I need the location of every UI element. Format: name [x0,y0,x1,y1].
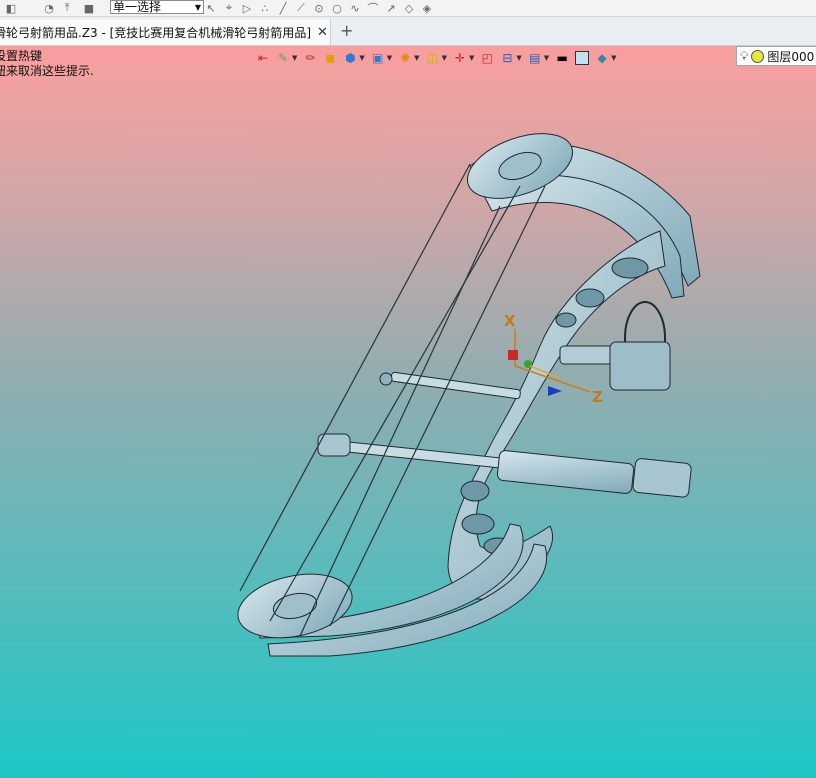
pen-button[interactable]: ✏ [303,49,317,67]
layer-label: 图层000 [767,49,815,64]
chevron-down-icon: ▼ [611,54,617,62]
sight-block [609,341,671,391]
chevron-down-icon: ▼ [468,54,475,62]
history-icon[interactable]: ◔ [42,2,56,15]
hint-line-2: 钮来取消这些提示. [0,64,94,78]
axis-label-x: X [504,312,516,330]
appearance-button[interactable]: ✺ ▼ [398,49,419,67]
riser-cutout-1 [611,257,649,279]
pointer-icon[interactable]: ↖ [204,2,218,15]
close-icon[interactable]: ✕ [317,25,328,40]
fill-color-button[interactable] [575,49,590,67]
stabilizer-damper [632,458,692,498]
layer-selector[interactable]: 💡︎ 图层000 [736,46,816,66]
bow-string [239,163,471,592]
measure-button[interactable]: ⊟ ▼ [500,49,521,67]
riser-cutout-5 [461,513,495,535]
riser-cutout-4 [460,480,490,502]
selection-mode-value: 单一选择 [113,0,162,14]
layer-color-icon [751,49,765,63]
document-tabbar: 滑轮弓射箭用品.Z3 - [竞技比赛用复合机械滑轮弓射箭用品] ✕ + [0,17,816,46]
layers-icon[interactable]: ◈ [420,2,434,15]
spline-icon[interactable]: ∿ [348,2,362,15]
chevron-down-icon: ▼ [516,54,522,62]
chevron-down-icon: ▼ [414,54,420,62]
chevron-down-icon: ▼ [386,54,393,62]
add-tab-icon[interactable]: + [340,21,353,40]
view-cube-button[interactable]: ▣ ▼ [371,49,392,67]
play-icon[interactable]: ▷ [240,2,254,15]
exit-view-button[interactable]: ⇤ [256,49,270,67]
rest-knob [379,372,393,386]
curve-icon[interactable]: ↗ [384,2,398,15]
lightbulb-icon[interactable]: 💡︎ [740,49,748,64]
box-button[interactable]: ◼ [323,49,337,67]
point-icon[interactable]: ∴ [258,2,272,15]
chevron-down-icon: ▼ [441,54,447,62]
compound-bow-model [237,133,701,657]
section-button[interactable]: ◰ [480,49,494,67]
document-tab-title: 滑轮弓射箭用品.Z3 - [竞技比赛用复合机械滑轮弓射箭用品] [0,25,311,40]
orient-button[interactable]: ✛ ▼ [453,49,474,67]
selection-mode-select[interactable]: 单一选择 ▼ [110,0,204,14]
shading-button[interactable]: ⬢ ▼ [343,49,365,67]
display-button[interactable]: ▤ ▼ [528,49,549,67]
render-button[interactable]: ◫ ▼ [426,49,447,67]
chevron-down-icon: ▼ [194,3,201,12]
stop-icon[interactable]: ■ [82,2,96,15]
view-toolbar: ⇤ ✎ ▼ ✏ ◼ ⬢ ▼ ▣ ▼ ✺ ▼ ◫ ▼ ✛ ▼ ◰ ⊟ ▼ ▤ ▼ ▬ ◆ ▼ [256,48,623,68]
chevron-down-icon: ▼ [543,54,550,62]
riser-cutout-2 [575,288,605,308]
surface-icon[interactable]: ◇ [402,2,416,15]
hint-text: 设置热键 钮来取消这些提示. [0,49,94,79]
riser-cutout-3 [555,312,577,328]
stabilizer-body [496,450,635,494]
riser [447,230,666,600]
pick-icon[interactable]: ⌖ [222,1,236,14]
3d-viewport[interactable]: X Z 设置热键 钮来取消这些提示. ⇤ ✎ ▼ ✏ ◼ ⬢ ▼ ▣ ▼ ✺ ▼ ◫ ▼ … [0,46,816,778]
circle-point-icon[interactable]: ⊙ [312,2,326,15]
chevron-down-icon: ▼ [359,54,365,62]
filter-icon[interactable]: ⤒ [60,1,74,14]
hint-line-1: 设置热键 [0,49,43,63]
arc-icon[interactable]: ⌒ [366,2,380,15]
line-color-button[interactable]: ▬ [555,49,569,67]
axis-label-z: Z [592,388,603,406]
clear-button[interactable]: ✎ ▼ [276,49,297,67]
open-icon[interactable]: ◧ [4,2,18,15]
line-icon[interactable]: ╱ [276,2,290,15]
polyline-icon[interactable]: ⟋ [294,1,308,14]
document-tab[interactable]: 滑轮弓射箭用品.Z3 - [竞技比赛用复合机械滑轮弓射箭用品] ✕ [0,19,331,45]
chevron-down-icon: ▼ [292,54,298,62]
layer-style-button[interactable]: ◆ ▼ [595,49,617,67]
circle-icon[interactable]: ○ [330,2,344,15]
